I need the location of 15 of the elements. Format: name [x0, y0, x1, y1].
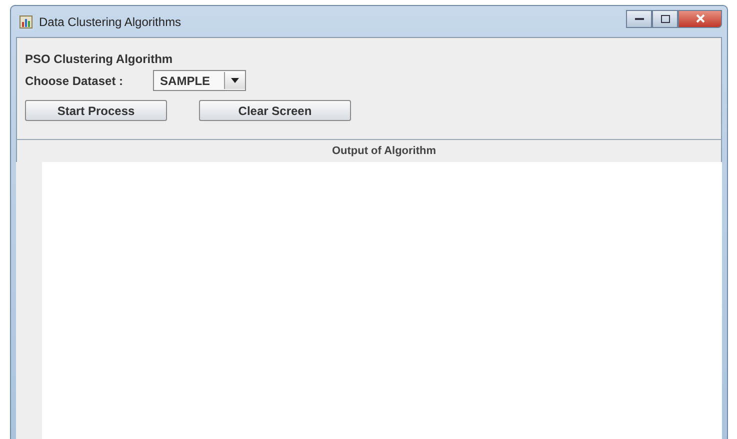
maximize-icon — [660, 14, 670, 22]
maximize-button[interactable] — [652, 10, 678, 28]
dataset-dropdown[interactable]: SAMPLE — [153, 70, 246, 91]
action-button[interactable]: Clear Screen — [199, 100, 351, 121]
close-icon — [696, 14, 704, 23]
action-button[interactable]: Start Process — [25, 100, 167, 121]
window-title: Data Clustering Algorithms — [39, 14, 182, 28]
close-button[interactable] — [678, 10, 722, 28]
minimize-button[interactable] — [626, 10, 652, 28]
section-heading: PSO Clustering Algorithm — [25, 52, 174, 66]
output-title: Output of Algorithm — [332, 145, 436, 157]
caret-icon — [231, 78, 240, 83]
minimize-icon — [634, 16, 644, 20]
app-icon — [19, 14, 33, 28]
dataset-label: Choose Dataset : — [25, 74, 124, 88]
